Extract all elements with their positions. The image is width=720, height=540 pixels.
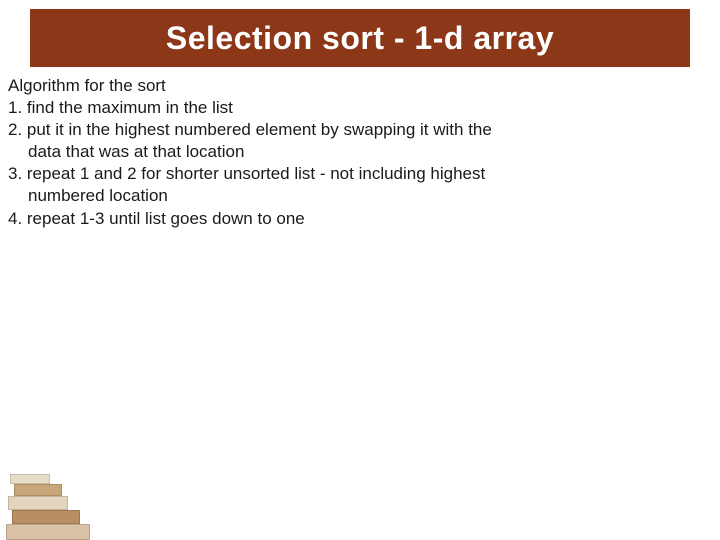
books-illustration [6, 470, 96, 540]
book-icon [14, 484, 62, 496]
step-2-line-1: 2. put it in the highest numbered elemen… [8, 119, 708, 141]
step-2-line-2: data that was at that location [8, 141, 708, 163]
step-3-line-1: 3. repeat 1 and 2 for shorter unsorted l… [8, 163, 708, 185]
step-3-line-2: numbered location [8, 185, 708, 207]
step-1: 1. find the maximum in the list [8, 97, 708, 119]
book-icon [8, 496, 68, 510]
slide-body: Algorithm for the sort 1. find the maxim… [8, 75, 708, 230]
book-icon [12, 510, 80, 524]
book-icon [10, 474, 50, 484]
body-heading: Algorithm for the sort [8, 75, 708, 97]
slide-title-bar: Selection sort - 1-d array [30, 9, 690, 67]
step-4: 4. repeat 1-3 until list goes down to on… [8, 208, 708, 230]
slide-title: Selection sort - 1-d array [166, 20, 554, 57]
book-icon [6, 524, 90, 540]
